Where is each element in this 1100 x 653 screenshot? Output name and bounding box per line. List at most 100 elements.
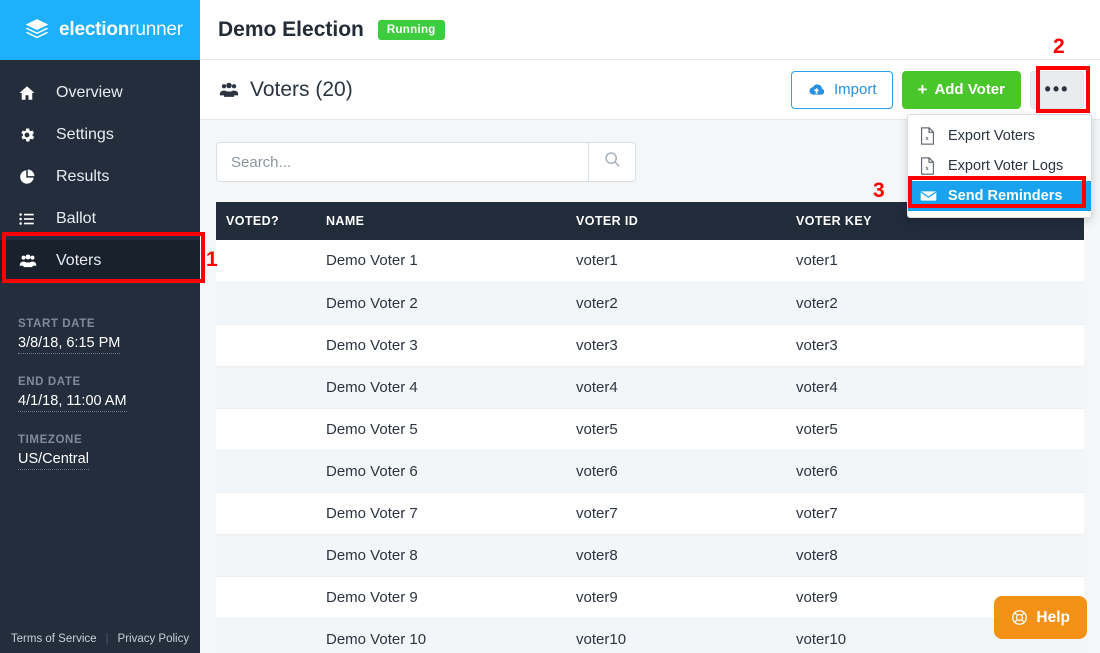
plus-icon: + (917, 80, 928, 99)
annotation-number-3: 3 (873, 179, 885, 202)
envelope-icon (920, 190, 940, 202)
meta-label: START DATE (18, 318, 96, 330)
table-row[interactable]: Demo Voter 4 voter4 voter4 (216, 366, 1084, 409)
menu-item-label: Export Voter Logs (948, 158, 1064, 174)
cell-voter-key: voter8 (786, 534, 1084, 577)
privacy-policy-link[interactable]: Privacy Policy (118, 633, 190, 645)
app-root: electionrunner Overview Settings Results… (0, 0, 1100, 653)
cell-voter-id: voter10 (566, 618, 786, 653)
header-actions: Import + Add Voter ••• (790, 70, 1084, 109)
table-row[interactable]: Demo Voter 3 voter3 voter3 (216, 324, 1084, 367)
menu-item-export-voter-logs[interactable]: x Export Voter Logs (908, 151, 1091, 181)
cell-name: Demo Voter 4 (316, 366, 566, 409)
more-options-menu: x Export Voters x Export Voter Logs Send… (907, 114, 1092, 218)
cell-voted (216, 618, 316, 653)
page-header: Voters (20) Import + Add Voter ••• x Exp… (200, 60, 1100, 218)
cell-name: Demo Voter 10 (316, 618, 566, 653)
cell-name: Demo Voter 1 (316, 240, 566, 283)
add-voter-button-label: Add Voter (934, 81, 1005, 98)
cell-voter-id: voter6 (566, 450, 786, 493)
table-row[interactable]: Demo Voter 10 voter10 voter10 (216, 618, 1084, 653)
cell-voted (216, 534, 316, 577)
menu-item-send-reminders[interactable]: Send Reminders (908, 181, 1091, 211)
cell-voter-key: voter5 (786, 408, 1084, 451)
cell-voted (216, 240, 316, 283)
file-excel-icon: x (920, 127, 940, 145)
cloud-upload-icon (807, 82, 826, 98)
voters-table-body: Demo Voter 1 voter1 voter1 Demo Voter 2 … (216, 240, 1084, 653)
import-button[interactable]: Import (790, 70, 893, 109)
home-icon (18, 84, 44, 102)
status-badge: Running (377, 19, 445, 40)
voters-table: VOTED? NAME VOTER ID VOTER KEY Demo Vote… (216, 202, 1084, 653)
sidebar-item-label: Voters (56, 252, 102, 269)
column-header-voter-id[interactable]: VOTER ID (566, 202, 786, 240)
voters-heading-text: Voters (20) (250, 77, 353, 101)
cell-voter-key: voter6 (786, 450, 1084, 493)
cell-name: Demo Voter 3 (316, 324, 566, 367)
meta-timezone: TIMEZONE US/Central (18, 434, 200, 470)
sidebar-election-meta: START DATE 3/8/18, 6:15 PM END DATE 4/1/… (0, 282, 200, 470)
cell-voted (216, 324, 316, 367)
cell-name: Demo Voter 8 (316, 534, 566, 577)
cell-voted (216, 408, 316, 451)
column-header-voted[interactable]: VOTED? (216, 202, 316, 240)
terms-of-service-link[interactable]: Terms of Service (11, 633, 97, 645)
table-row[interactable]: Demo Voter 9 voter9 voter9 (216, 576, 1084, 619)
more-options-button[interactable]: ••• (1030, 70, 1084, 109)
import-button-label: Import (833, 81, 877, 98)
sidebar-item-label: Ballot (56, 210, 97, 227)
meta-value: 4/1/18, 11:00 AM (18, 393, 127, 412)
cell-voter-id: voter3 (566, 324, 786, 367)
cell-voter-id: voter8 (566, 534, 786, 577)
table-row[interactable]: Demo Voter 1 voter1 voter1 (216, 240, 1084, 283)
help-button-label: Help (1036, 608, 1070, 626)
sidebar-item-voters[interactable]: Voters (0, 240, 200, 282)
cell-voter-key: voter2 (786, 282, 1084, 325)
menu-item-export-voters[interactable]: x Export Voters (908, 121, 1091, 151)
brand-logo[interactable]: electionrunner (0, 0, 200, 60)
cell-voted (216, 576, 316, 619)
meta-label: END DATE (18, 376, 81, 388)
sidebar-item-ballot[interactable]: Ballot (0, 198, 200, 240)
meta-label: TIMEZONE (18, 434, 83, 446)
life-ring-icon (1011, 609, 1028, 626)
table-row[interactable]: Demo Voter 7 voter7 voter7 (216, 492, 1084, 535)
cell-voter-key: voter1 (786, 240, 1084, 283)
list-icon (18, 210, 44, 228)
brand-text: electionrunner (59, 19, 183, 41)
cell-voter-id: voter5 (566, 408, 786, 451)
search-button[interactable] (588, 142, 636, 182)
meta-end-date: END DATE 4/1/18, 11:00 AM (18, 376, 200, 412)
table-row[interactable]: Demo Voter 6 voter6 voter6 (216, 450, 1084, 493)
cell-voter-key: voter7 (786, 492, 1084, 535)
sidebar-item-settings[interactable]: Settings (0, 114, 200, 156)
cell-name: Demo Voter 5 (316, 408, 566, 451)
sidebar-item-overview[interactable]: Overview (0, 72, 200, 114)
table-row[interactable]: Demo Voter 8 voter8 voter8 (216, 534, 1084, 577)
sidebar-item-label: Settings (56, 126, 114, 143)
cell-name: Demo Voter 2 (316, 282, 566, 325)
pie-chart-icon (18, 168, 44, 186)
voters-heading: Voters (20) (218, 78, 353, 102)
top-bar: Demo Election Running (200, 0, 1100, 60)
gear-icon (18, 126, 44, 144)
help-button[interactable]: Help (994, 596, 1087, 639)
search-input[interactable] (216, 142, 588, 182)
meta-start-date: START DATE 3/8/18, 6:15 PM (18, 318, 200, 354)
cell-voted (216, 366, 316, 409)
table-row[interactable]: Demo Voter 5 voter5 voter5 (216, 408, 1084, 451)
sidebar: electionrunner Overview Settings Results… (0, 0, 200, 653)
table-row[interactable]: Demo Voter 2 voter2 voter2 (216, 282, 1084, 325)
meta-value: 3/8/18, 6:15 PM (18, 335, 121, 354)
footer-divider: | (105, 633, 109, 645)
cell-voter-id: voter1 (566, 240, 786, 283)
sidebar-item-results[interactable]: Results (0, 156, 200, 198)
cell-voter-id: voter9 (566, 576, 786, 619)
main-area: Demo Election Running Voters (20) Import… (200, 0, 1100, 653)
sidebar-item-label: Results (56, 168, 110, 185)
cell-voter-key: voter4 (786, 366, 1084, 409)
add-voter-button[interactable]: + Add Voter (901, 70, 1021, 109)
users-icon (218, 80, 240, 100)
column-header-name[interactable]: NAME (316, 202, 566, 240)
